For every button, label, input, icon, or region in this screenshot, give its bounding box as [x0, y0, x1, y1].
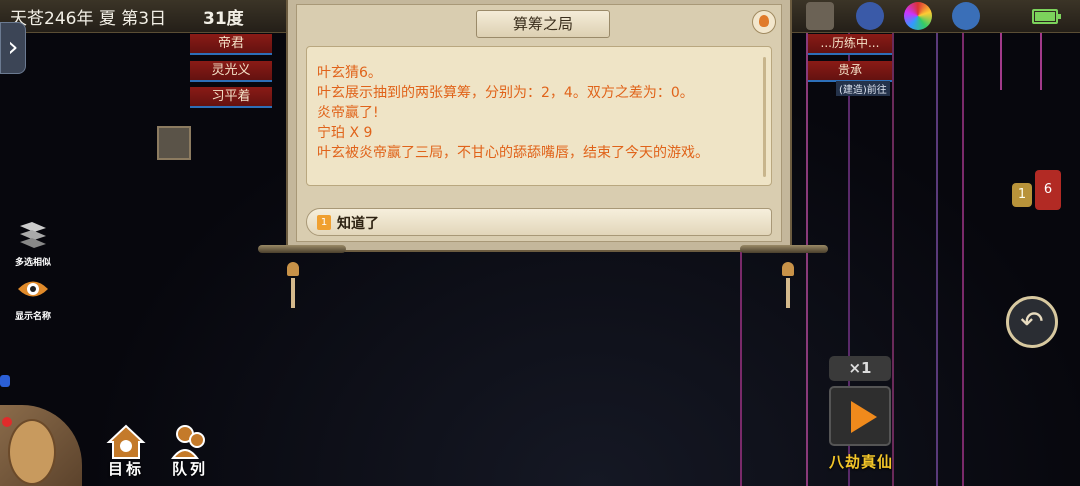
choice-label: 知道了 — [337, 216, 379, 232]
save-icon[interactable] — [806, 2, 834, 30]
tassel-left — [287, 262, 299, 308]
scroll-rod-right — [740, 245, 828, 253]
gear-icon[interactable] — [952, 2, 980, 30]
show-names-label: 显示名称 — [14, 312, 51, 322]
house-target-icon — [106, 424, 146, 459]
speed-toggle[interactable]: ×1 — [829, 356, 891, 381]
event-dialog: 算筹之局 叶玄猜6。 叶玄展示抽到的两张算筹，分别为：2，4。双方之差为：0。 … — [286, 0, 792, 252]
battery-icon — [1032, 9, 1061, 24]
notification-dot — [0, 375, 10, 387]
dialog-line: 叶玄被炎帝赢了三局，不甘心的舔舔嘴唇，结束了今天的游戏。 — [317, 145, 709, 161]
team-icon — [170, 425, 205, 459]
name-tag-label: 灵光义 — [211, 63, 251, 78]
tassel-right — [782, 262, 794, 308]
notice-bubble-red[interactable]: 6 — [1035, 170, 1061, 210]
name-tag[interactable]: ...历练中... — [808, 34, 892, 55]
notice-count: 6 — [1043, 182, 1053, 197]
map-stripe — [936, 30, 938, 486]
name-tag-label: 习平着 — [211, 89, 251, 104]
portrait-icon[interactable] — [752, 10, 776, 34]
choice-number: 1 — [317, 215, 331, 230]
alert-dot — [2, 417, 12, 427]
notice-count: 1 — [1017, 187, 1027, 202]
play-button[interactable] — [829, 386, 891, 446]
palette-icon[interactable] — [904, 2, 932, 30]
scroll-rod-left — [258, 245, 346, 253]
multi-select-button[interactable]: 多选相似 — [10, 220, 56, 268]
show-names-button[interactable]: 显示名称 — [10, 274, 56, 322]
item-slot[interactable] — [157, 126, 191, 160]
map-stripe — [1000, 30, 1002, 90]
gourd-icon — [8, 419, 56, 485]
goal-label: 目标 — [107, 460, 144, 478]
name-tag-label: 帝君 — [217, 36, 244, 51]
compass-icon[interactable] — [856, 2, 884, 30]
layers-icon — [20, 222, 46, 248]
dialog-line: 炎帝赢了! — [317, 105, 379, 121]
play-icon — [851, 401, 877, 433]
name-tag[interactable]: 习平着 — [190, 87, 272, 108]
expand-panel-button[interactable]: › — [0, 22, 26, 74]
notice-bubble-yellow[interactable]: 1 — [1012, 183, 1032, 207]
dialog-scrollbar[interactable] — [763, 57, 766, 177]
name-tag-label: ...历练中... — [820, 36, 880, 50]
eye-icon — [18, 281, 48, 297]
dialog-title: 算筹之局 — [476, 10, 610, 38]
dialog-line: 叶玄猜6。 — [317, 65, 382, 81]
dialog-text-box[interactable]: 叶玄猜6。 叶玄展示抽到的两张算筹，分别为：2，4。双方之差为：0。 炎帝赢了!… — [306, 46, 772, 186]
choice-option-ok[interactable]: 1 知道了 — [306, 208, 772, 236]
temperature-label: 31度 — [203, 9, 244, 29]
play-label: 八劫真仙 — [828, 453, 893, 471]
dialog-line: 叶玄展示抽到的两张算筹，分别为：2，4。双方之差为：0。 — [317, 85, 694, 101]
map-stripe — [806, 30, 808, 486]
multi-select-label: 多选相似 — [14, 258, 51, 268]
goal-button[interactable]: 目标 — [101, 422, 151, 479]
date-label: 天苍246年 夏 第3日 — [10, 9, 167, 29]
name-tag[interactable]: 灵光义 — [190, 61, 272, 82]
name-tag-label: 贵承 — [837, 63, 862, 77]
dialog-line: 宁珀 X 9 — [317, 125, 373, 141]
name-tag[interactable]: 帝君 — [190, 34, 272, 55]
map-stripe — [892, 30, 894, 486]
build-destination-label[interactable]: (建造)前往 — [836, 81, 890, 96]
map-stripe — [962, 30, 964, 486]
name-tag[interactable]: 贵承 — [808, 61, 892, 82]
team-button[interactable]: 队列 — [165, 422, 215, 479]
map-stripe — [1040, 30, 1042, 90]
return-arrow-icon: ↶ — [1020, 305, 1044, 338]
team-label: 队列 — [171, 460, 208, 478]
return-button[interactable]: ↶ — [1006, 296, 1058, 348]
